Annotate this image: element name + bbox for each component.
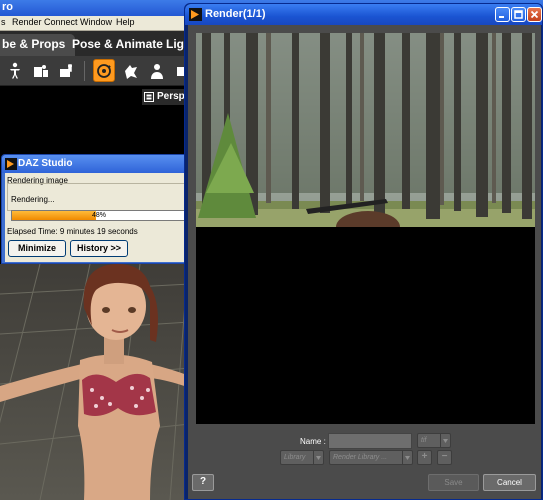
pose-figure-icon[interactable] xyxy=(4,59,26,82)
progress-percent: 48% xyxy=(91,212,106,219)
name-label: Name : xyxy=(300,437,326,446)
figure-setup-icon[interactable] xyxy=(56,59,78,82)
scene-props-icon[interactable] xyxy=(30,59,52,82)
minimize-icon xyxy=(499,16,504,18)
app-title: ro xyxy=(2,1,13,13)
history-button[interactable]: History >> xyxy=(70,240,128,257)
universal-tool-icon[interactable] xyxy=(120,59,142,82)
render-title: Render(1/1) xyxy=(205,8,266,20)
name-input[interactable] xyxy=(328,433,412,449)
save-button[interactable]: Save xyxy=(428,474,479,491)
library-select-value: Library xyxy=(284,454,306,461)
render-title-bar[interactable]: Render(1/1) xyxy=(185,4,542,25)
format-select-value: tif xyxy=(421,437,427,444)
minimize-button[interactable]: Minimize xyxy=(8,240,66,257)
render-output-image xyxy=(196,33,535,227)
menu-item-help[interactable]: Help xyxy=(116,17,135,27)
chevron-down-icon xyxy=(313,451,323,464)
render-window-body: Name : tif Library Render Library ... + … xyxy=(188,25,541,499)
toolbar-separator xyxy=(84,61,85,81)
viewport-3d[interactable]: Perspe xyxy=(0,86,190,500)
daz-logo-icon xyxy=(189,8,202,21)
menu-item-window[interactable]: Window xyxy=(80,17,112,27)
menu-item-render[interactable]: Render xyxy=(12,17,42,27)
minimize-window-button[interactable] xyxy=(495,7,510,22)
format-select[interactable]: tif xyxy=(417,433,451,448)
help-button[interactable]: ? xyxy=(192,474,214,491)
render-library-select-value: Render Library ... xyxy=(333,454,388,461)
viewport-menu-icon xyxy=(144,92,154,102)
render-canvas xyxy=(196,33,535,424)
add-library-button[interactable]: + xyxy=(417,450,432,465)
render-progress-dialog: DAZ Studio Rendering image Rendering... … xyxy=(1,154,192,264)
progress-status: Rendering... xyxy=(11,195,55,204)
chevron-down-icon xyxy=(402,451,412,464)
maximize-window-button[interactable] xyxy=(511,7,526,22)
close-icon xyxy=(530,10,539,19)
maximize-icon xyxy=(514,10,523,19)
camera-selector[interactable]: Perspe xyxy=(142,89,190,105)
progress-title-bar[interactable]: DAZ Studio xyxy=(2,155,192,173)
render-window: Render(1/1) Name: tif Library Render Li… xyxy=(184,3,543,500)
cancel-button[interactable]: Cancel xyxy=(483,474,536,491)
progress-body: Rendering image Rendering... 48% Elapsed… xyxy=(5,173,191,262)
rotate-tool-icon[interactable] xyxy=(93,59,115,82)
library-select[interactable]: Library xyxy=(280,450,324,465)
render-footer: Name : tif Library Render Library ... + … xyxy=(188,430,541,499)
close-window-button[interactable] xyxy=(527,7,542,22)
render-library-select[interactable]: Render Library ... xyxy=(329,450,413,465)
daz-logo-icon xyxy=(5,158,17,170)
render-progress-bar: 48% xyxy=(11,210,187,221)
figure-preview[interactable] xyxy=(0,256,190,500)
desktop: ro s Render Connect Window Help be & Pro… xyxy=(0,0,543,500)
elapsed-time: Elapsed Time: 9 minutes 19 seconds xyxy=(7,227,138,236)
progress-title: DAZ Studio xyxy=(18,158,73,169)
menu-item-connect[interactable]: Connect xyxy=(44,17,78,27)
chevron-down-icon xyxy=(440,434,450,447)
remove-library-button[interactable]: − xyxy=(437,450,452,465)
menu-item-file[interactable]: s xyxy=(1,17,6,27)
node-tool-icon[interactable] xyxy=(146,59,168,82)
